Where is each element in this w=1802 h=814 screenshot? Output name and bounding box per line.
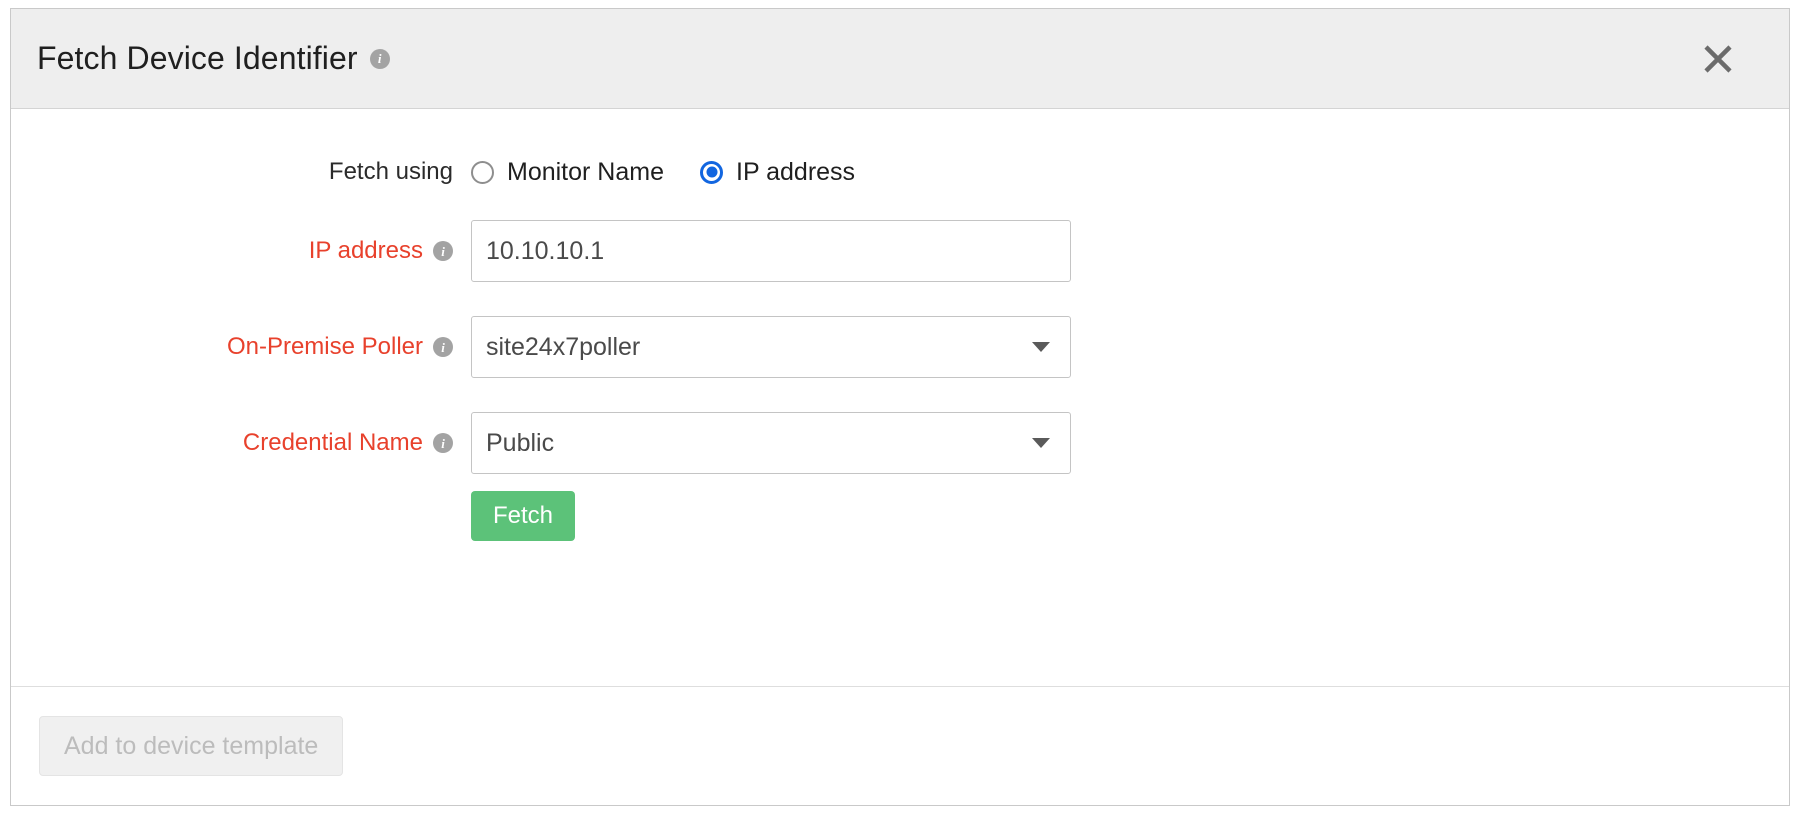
on-premise-poller-label: On-Premise Poller i [11,333,471,361]
chevron-down-icon [1032,342,1050,352]
credential-name-label: Credential Name i [11,429,471,457]
credential-name-select[interactable]: Public [471,412,1071,474]
credential-name-field: Public [471,412,1071,474]
on-premise-poller-row: On-Premise Poller i site24x7poller [11,299,1789,395]
on-premise-poller-value: site24x7poller [486,333,640,362]
fetch-button-field: Fetch [471,491,575,541]
dialog-body: Fetch using Monitor Name IP address [11,109,1789,687]
add-to-device-template-button[interactable]: Add to device template [39,716,343,776]
chevron-down-icon [1032,438,1050,448]
radio-monitor-name[interactable]: Monitor Name [471,158,664,187]
ip-address-label: IP address i [11,237,471,265]
radio-ip-address-mark[interactable] [700,161,723,184]
fetch-using-radio-group: Monitor Name IP address [471,158,855,187]
radio-ip-address[interactable]: IP address [700,158,855,187]
page-title: Fetch Device Identifier [37,40,358,77]
ip-address-field [471,220,1071,282]
fetch-button[interactable]: Fetch [471,491,575,541]
credential-name-row: Credential Name i Public [11,395,1789,491]
dialog-title-group: Fetch Device Identifier i [37,40,390,77]
ip-address-input[interactable] [471,220,1071,282]
ip-address-label-text: IP address [309,237,423,265]
credential-name-value: Public [486,429,554,458]
on-premise-poller-info-icon[interactable]: i [433,337,453,357]
credential-name-label-text: Credential Name [243,429,423,457]
fetch-using-label: Fetch using [11,158,471,186]
dialog-footer: Add to device template [11,687,1789,805]
radio-ip-address-label: IP address [736,158,855,187]
radio-monitor-name-mark[interactable] [471,161,494,184]
fetch-device-identifier-dialog: Fetch Device Identifier i Fetch using Mo… [10,8,1790,806]
ip-address-info-icon[interactable]: i [433,241,453,261]
fetch-button-row: Fetch [11,491,1789,581]
fetch-using-label-text: Fetch using [329,158,453,186]
ip-address-row: IP address i [11,203,1789,299]
title-info-icon[interactable]: i [370,49,390,69]
credential-name-info-icon[interactable]: i [433,433,453,453]
radio-monitor-name-label: Monitor Name [507,158,664,187]
close-icon[interactable] [1695,36,1741,82]
on-premise-poller-field: site24x7poller [471,316,1071,378]
on-premise-poller-select[interactable]: site24x7poller [471,316,1071,378]
dialog-header: Fetch Device Identifier i [11,9,1789,109]
fetch-using-field: Monitor Name IP address [471,158,855,187]
fetch-using-row: Fetch using Monitor Name IP address [11,141,1789,203]
on-premise-poller-label-text: On-Premise Poller [227,333,423,361]
